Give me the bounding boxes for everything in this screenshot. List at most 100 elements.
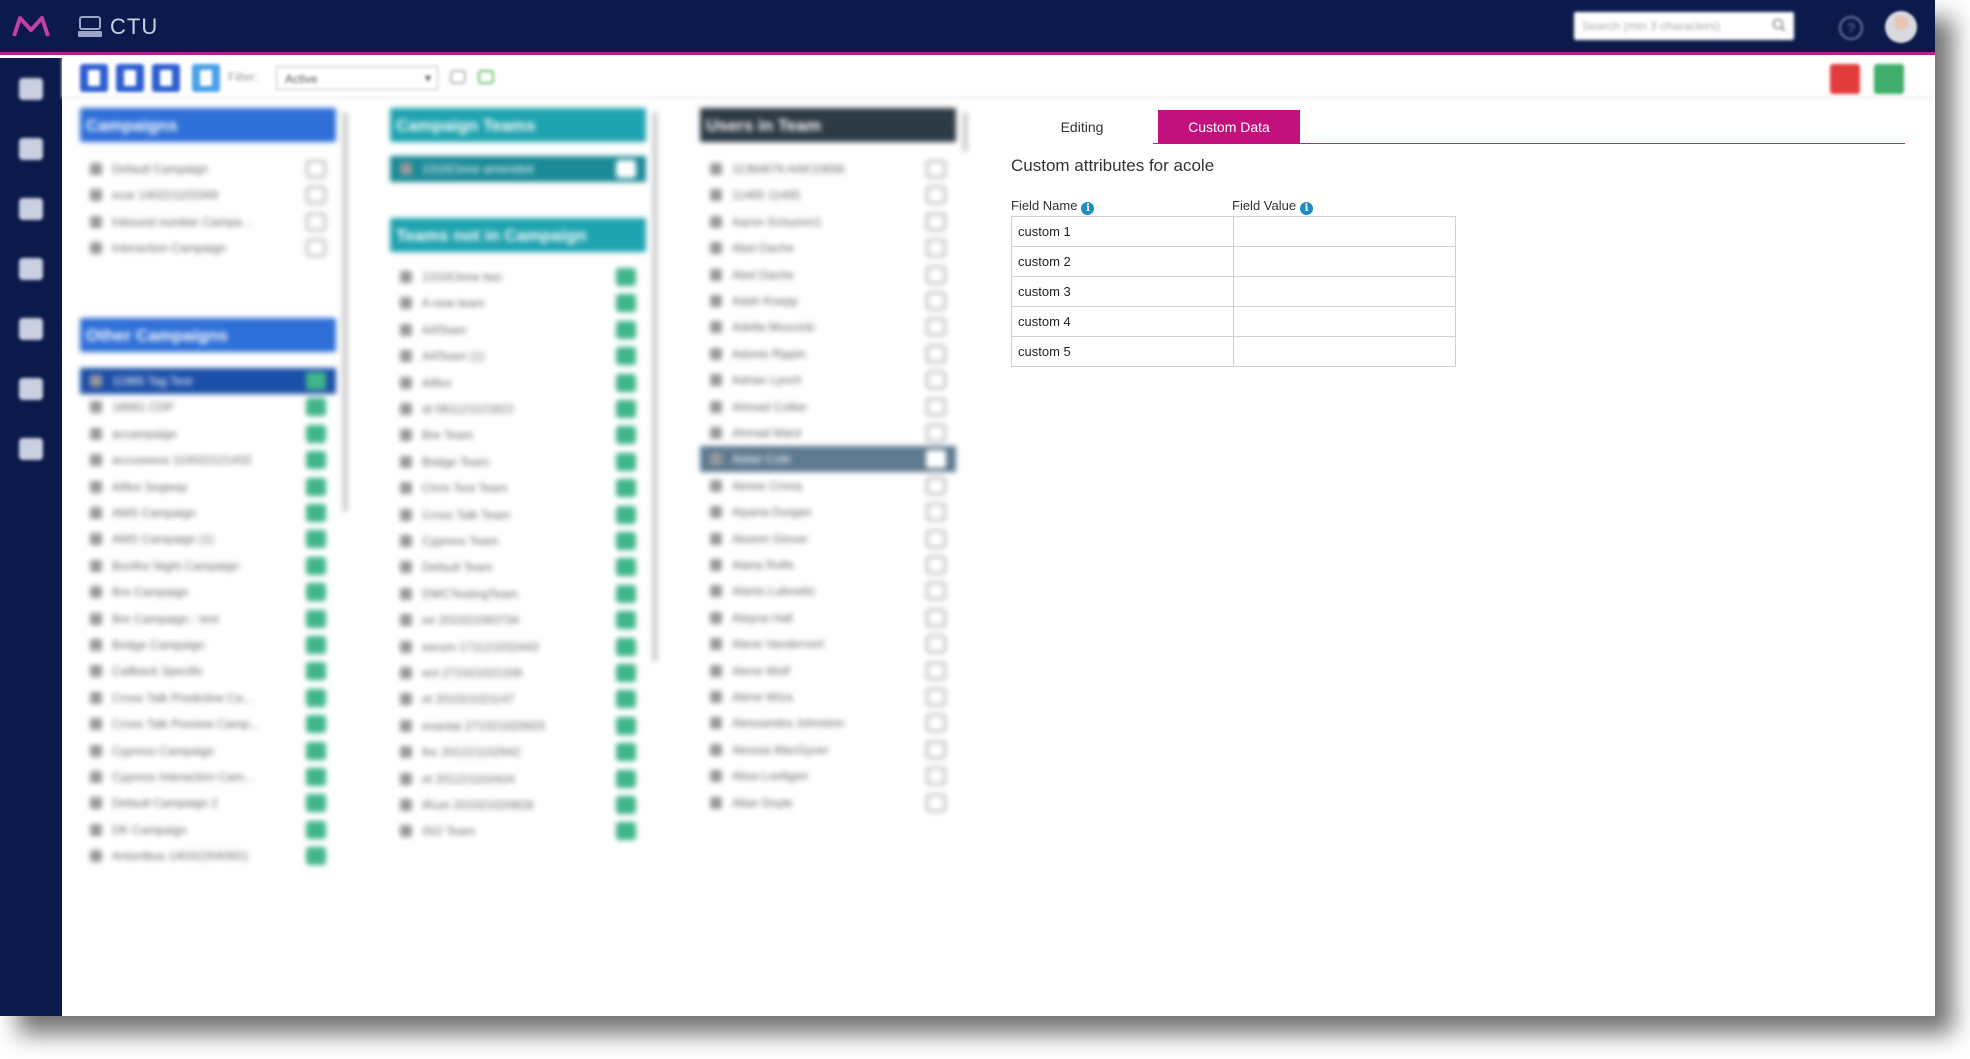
list-item[interactable]: Allan Doyle [700,790,956,816]
row-action-checkbox[interactable] [616,320,636,339]
row-action-checkbox[interactable] [306,530,326,549]
row-action-checkbox[interactable] [306,688,326,707]
row-action-checkbox[interactable] [616,532,636,550]
list-item[interactable]: Bre Campaign [80,579,336,605]
grid-icon[interactable] [19,138,43,160]
row-action-checkbox[interactable] [616,611,636,630]
row-action-checkbox[interactable] [926,503,946,522]
list-item[interactable]: Cypress Interaction Cam... [80,764,336,790]
row-action-checkbox[interactable] [306,583,326,602]
search-input[interactable]: Search (min 3 characters) [1574,12,1794,40]
list-item[interactable]: Bonfire Night Campaign [80,553,336,579]
row-action-checkbox[interactable] [616,558,636,577]
row-action-checkbox[interactable] [926,556,946,574]
field-value-cell[interactable] [1233,276,1456,307]
list-item[interactable]: AATeam (1) [390,343,646,369]
list-item[interactable]: 1310Clone two [390,264,646,290]
row-action-checkbox[interactable] [926,265,946,284]
row-action-checkbox[interactable] [616,400,636,418]
row-action-checkbox[interactable] [616,743,636,762]
row-action-checkbox[interactable] [926,661,946,680]
row-action-checkbox[interactable] [306,477,326,496]
list-item[interactable]: Cross Talk Team [390,502,646,528]
row-action-checkbox[interactable] [616,769,636,788]
list-item[interactable]: Callback Specific [80,658,336,684]
list-item[interactable]: accampaign [80,421,336,447]
row-action-checkbox[interactable] [926,714,946,733]
new-document-button[interactable] [80,64,108,92]
row-action-checkbox[interactable] [926,740,946,759]
row-action-checkbox[interactable] [616,716,636,735]
list-item[interactable]: Cross Talk Preview Camp... [80,711,336,737]
filter-select[interactable]: Active [276,66,438,90]
list-item[interactable]: Aiflex [390,370,646,396]
list-item[interactable]: Abel Dache [700,235,956,261]
list-item[interactable]: Adella Moscicki [700,314,956,340]
row-action-checkbox[interactable] [306,820,326,839]
list-item[interactable]: fec 201221102942 [390,739,646,765]
list-item[interactable]: Alessandra Johnston [700,710,956,736]
list-item[interactable]: DK Campaign [80,817,336,843]
list-item[interactable]: Aaron Schumm1 [700,209,956,235]
row-action-checkbox[interactable] [926,318,946,337]
row-action-checkbox[interactable] [616,452,636,471]
search-icon[interactable] [1772,18,1786,32]
list-item[interactable]: Alene Wolf [700,658,956,684]
list-item[interactable]: Adah Koepp [700,288,956,314]
row-action-checkbox[interactable] [926,476,946,495]
list-item[interactable]: Alene Wiza [700,684,956,710]
list-item[interactable]: Ahmad Mard [700,420,956,446]
list-item[interactable]: Adonis Rippin [700,341,956,367]
list-item[interactable]: accuseeus 110022121432 [80,447,336,473]
row-action-checkbox[interactable] [616,664,636,682]
list-item[interactable]: 1310Clone amended [390,156,646,182]
row-action-checkbox[interactable] [926,160,946,178]
row-action-checkbox[interactable] [616,584,636,603]
info-icon[interactable]: i [1300,202,1314,215]
row-action-checkbox[interactable] [926,767,946,786]
list-item[interactable]: Interaction Campaign [80,235,336,261]
list-item[interactable]: Alene Vandervort [700,631,956,657]
import-button[interactable] [192,64,220,92]
database-icon[interactable] [19,258,43,280]
user-icon[interactable] [19,318,43,340]
row-action-checkbox[interactable] [306,212,326,231]
list-item[interactable]: Default Campaign [80,156,336,182]
row-action-checkbox[interactable] [306,372,326,390]
row-action-checkbox[interactable] [926,371,946,390]
tag-icon[interactable] [450,70,466,84]
row-action-checkbox[interactable] [926,212,946,231]
list-item[interactable]: Antonlbus 140322040921 [80,843,336,869]
row-action-checkbox[interactable] [926,397,946,416]
row-action-checkbox[interactable] [306,556,326,575]
row-action-checkbox[interactable] [926,292,946,310]
list-item[interactable]: Aiyana Durgan [700,499,956,525]
field-value-cell[interactable] [1233,216,1456,247]
users-scrollbar[interactable] [962,112,968,152]
list-item[interactable]: et 201021021147 [390,686,646,712]
list-item[interactable]: Cypress Team [390,528,646,554]
list-item[interactable]: eerum 171121032443 [390,634,646,660]
row-action-checkbox[interactable] [306,636,326,654]
list-item[interactable]: at 081121121822 [390,396,646,422]
list-item[interactable]: Alisa Luettgen [700,763,956,789]
row-action-checkbox[interactable] [926,186,946,205]
row-action-checkbox[interactable] [926,582,946,601]
settings-icon[interactable] [19,438,43,460]
row-action-checkbox[interactable] [616,268,636,286]
list-item[interactable]: 18681 CDP [80,394,336,420]
list-item[interactable]: Adrian Lynch [700,367,956,393]
row-action-checkbox[interactable] [616,479,636,498]
row-action-checkbox[interactable] [926,239,946,258]
list-item[interactable]: DWCTestingTeam [390,581,646,607]
list-item[interactable]: Bre Team [390,422,646,448]
brand-logo-icon[interactable] [12,14,50,38]
list-item[interactable]: 11364676 AAK10656 [700,156,956,182]
list-item[interactable]: AMS Campaign (1) [80,526,336,552]
list-item[interactable]: evantat 271021020933 [390,713,646,739]
list-item[interactable]: Bridge Campaign [80,632,336,658]
row-action-checkbox[interactable] [926,688,946,706]
row-action-checkbox[interactable] [306,504,326,522]
info-icon[interactable]: i [1081,202,1095,215]
field-value-cell[interactable] [1233,336,1456,367]
